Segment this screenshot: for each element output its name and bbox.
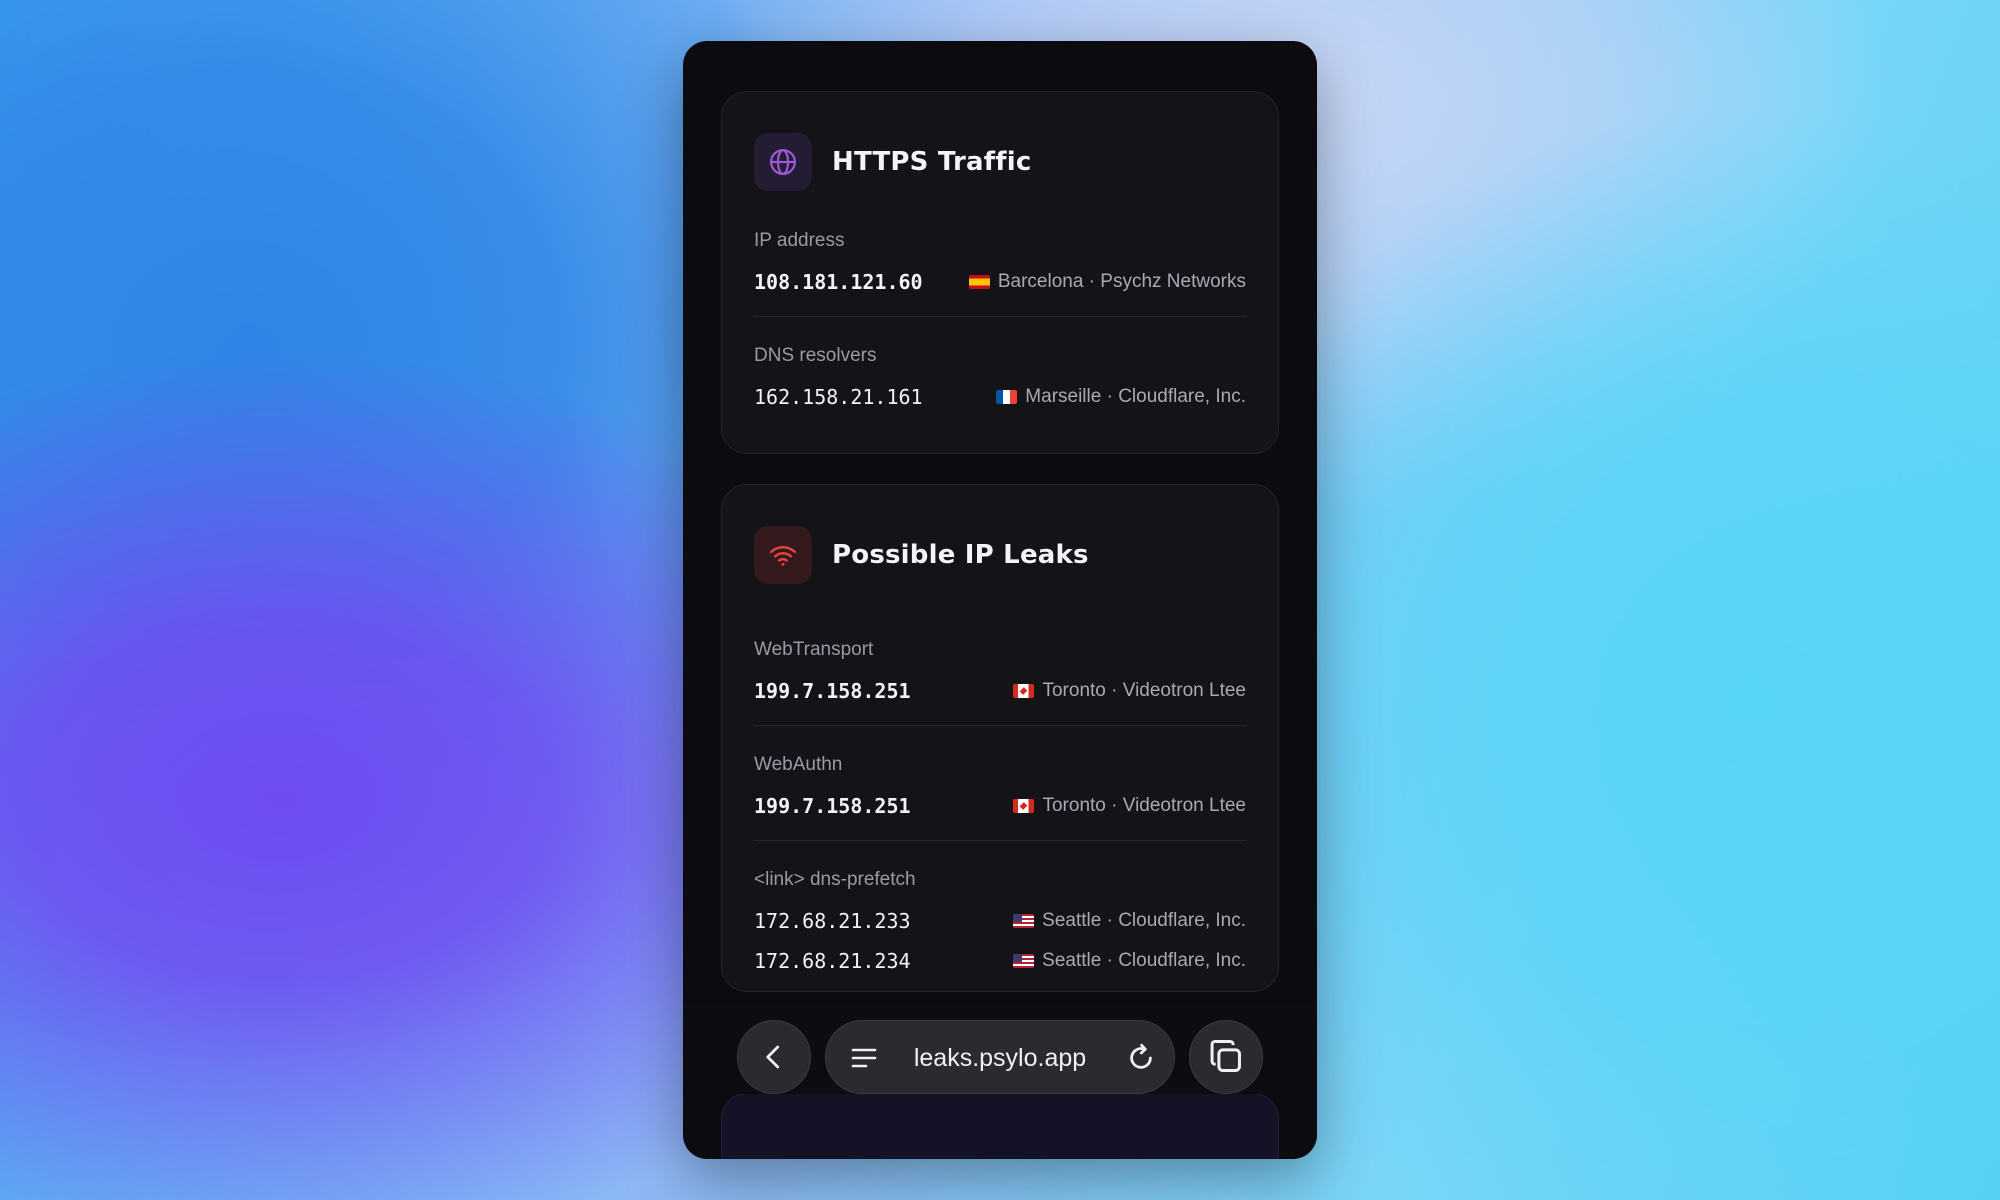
next-card-peek xyxy=(721,1093,1279,1159)
menu-lines-icon[interactable] xyxy=(850,1045,878,1071)
https-traffic-header: HTTPS Traffic xyxy=(754,133,1031,191)
ip-value[interactable]: 199.7.158.251 xyxy=(754,794,911,818)
row-label: WebAuthn xyxy=(754,754,843,775)
spain-flag-icon xyxy=(968,275,990,289)
location-text: Toronto · Videotron Ltee xyxy=(1042,680,1246,701)
location-info: Toronto · Videotron Ltee xyxy=(1013,680,1246,702)
phone-screen: HTTPS Traffic IP address 108.181.121.60 … xyxy=(683,41,1317,1159)
location-info: Marseille · Cloudflare, Inc. xyxy=(996,386,1246,408)
dns-resolvers-row: DNS resolvers 162.158.21.161 Marseille ·… xyxy=(754,345,1246,411)
address-bar[interactable]: leaks.psylo.app xyxy=(825,1020,1175,1094)
browser-toolbar: leaks.psylo.app xyxy=(683,1004,1317,1094)
https-traffic-card: HTTPS Traffic IP address 108.181.121.60 … xyxy=(721,91,1279,454)
location-text: Seattle · Cloudflare, Inc. xyxy=(1042,950,1246,971)
tabs-icon xyxy=(1210,1039,1241,1072)
ip-entry: 162.158.21.161 Marseille · Cloudflare, I… xyxy=(754,383,1246,411)
location-info: Toronto · Videotron Ltee xyxy=(1013,795,1246,817)
ip-value[interactable]: 172.68.21.233 xyxy=(754,909,911,933)
globe-icon xyxy=(770,149,796,175)
ip-value[interactable]: 172.68.21.234 xyxy=(754,949,911,973)
ip-address-row: IP address 108.181.121.60 Barcelona · Ps… xyxy=(754,230,1246,296)
ip-entry: 172.68.21.234 Seattle · Cloudflare, Inc. xyxy=(754,947,1246,975)
webtransport-row: WebTransport 199.7.158.251 Toronto · Vid… xyxy=(754,639,1246,705)
https-traffic-rows: IP address 108.181.121.60 Barcelona · Ps… xyxy=(754,230,1246,411)
divider xyxy=(754,725,1246,726)
globe-icon-tile xyxy=(754,133,812,191)
row-label: <link> dns-prefetch xyxy=(754,869,916,890)
location-text: Seattle · Cloudflare, Inc. xyxy=(1042,910,1246,931)
divider xyxy=(754,316,1246,317)
https-traffic-title: HTTPS Traffic xyxy=(832,147,1032,177)
usa-flag-icon xyxy=(1013,914,1035,928)
chevron-left-icon xyxy=(766,1045,780,1069)
ip-entry: 108.181.121.60 Barcelona · Psychz Networ… xyxy=(754,268,1246,296)
usa-flag-icon xyxy=(1013,954,1035,968)
location-info: Seattle · Cloudflare, Inc. xyxy=(1013,950,1246,972)
reload-icon[interactable] xyxy=(1126,1043,1156,1073)
url-text[interactable]: leaks.psylo.app xyxy=(886,1021,1114,1095)
wifi-icon xyxy=(769,545,797,566)
canada-flag-icon xyxy=(1013,684,1035,698)
location-text: Marseille · Cloudflare, Inc. xyxy=(1025,386,1246,407)
canada-flag-icon xyxy=(1013,799,1035,813)
dns-prefetch-row: <link> dns-prefetch 172.68.21.233 Seattl… xyxy=(754,869,1246,975)
ip-value[interactable]: 162.158.21.161 xyxy=(754,385,923,409)
ip-leaks-header: Possible IP Leaks xyxy=(754,526,1089,584)
back-button[interactable] xyxy=(737,1020,811,1094)
divider xyxy=(754,840,1246,841)
location-info: Barcelona · Psychz Networks xyxy=(968,271,1246,293)
ip-leaks-title: Possible IP Leaks xyxy=(832,540,1089,570)
ip-value[interactable]: 199.7.158.251 xyxy=(754,679,911,703)
ip-entry: 172.68.21.233 Seattle · Cloudflare, Inc. xyxy=(754,907,1246,935)
row-label: DNS resolvers xyxy=(754,345,877,366)
webauthn-row: WebAuthn 199.7.158.251 Toronto · Videotr… xyxy=(754,754,1246,820)
ip-entry: 199.7.158.251 Toronto · Videotron Ltee xyxy=(754,677,1246,705)
location-text: Toronto · Videotron Ltee xyxy=(1042,795,1246,816)
tabs-button[interactable] xyxy=(1189,1020,1263,1094)
ip-entry: 199.7.158.251 Toronto · Videotron Ltee xyxy=(754,792,1246,820)
possible-ip-leaks-card: Possible IP Leaks WebTransport 199.7.158… xyxy=(721,484,1279,992)
location-info: Seattle · Cloudflare, Inc. xyxy=(1013,910,1246,932)
row-label: WebTransport xyxy=(754,639,874,660)
ip-value[interactable]: 108.181.121.60 xyxy=(754,270,923,294)
france-flag-icon xyxy=(996,390,1018,404)
row-label: IP address xyxy=(754,230,845,251)
wifi-icon-tile xyxy=(754,526,812,584)
location-text: Barcelona · Psychz Networks xyxy=(997,271,1246,292)
ip-leaks-rows: WebTransport 199.7.158.251 Toronto · Vid… xyxy=(754,639,1246,975)
